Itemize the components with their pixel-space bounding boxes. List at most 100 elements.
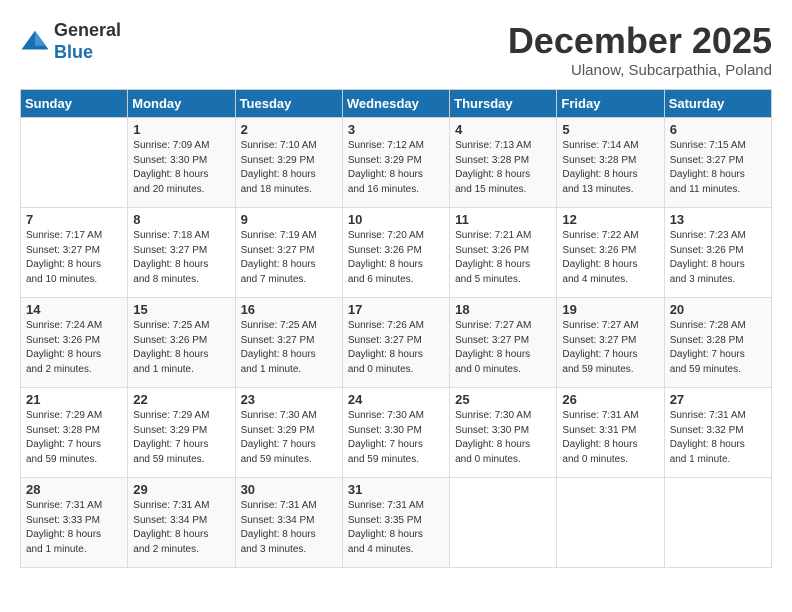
- calendar-cell: 28 Sunrise: 7:31 AMSunset: 3:33 PMDayligh…: [21, 478, 128, 568]
- day-info: Sunrise: 7:31 AMSunset: 3:35 PMDaylight:…: [348, 499, 444, 557]
- day-number: 16: [241, 302, 337, 317]
- day-number: 3: [348, 122, 444, 137]
- logo: General Blue: [20, 20, 121, 63]
- day-info: Sunrise: 7:20 AMSunset: 3:26 PMDaylight:…: [348, 229, 444, 287]
- day-info: Sunrise: 7:27 AMSunset: 3:27 PMDaylight:…: [562, 319, 658, 377]
- calendar-week-row: 28 Sunrise: 7:31 AMSunset: 3:33 PMDayligh…: [21, 478, 772, 568]
- day-info: Sunrise: 7:24 AMSunset: 3:26 PMDaylight:…: [26, 319, 122, 377]
- calendar-cell: 24 Sunrise: 7:30 AMSunset: 3:30 PMDayligh…: [342, 388, 449, 478]
- calendar-cell: 30 Sunrise: 7:31 AMSunset: 3:34 PMDayligh…: [235, 478, 342, 568]
- day-info: Sunrise: 7:29 AMSunset: 3:29 PMDaylight:…: [133, 409, 229, 467]
- calendar-cell: 18 Sunrise: 7:27 AMSunset: 3:27 PMDayligh…: [450, 298, 557, 388]
- header-monday: Monday: [128, 90, 235, 118]
- day-info: Sunrise: 7:25 AMSunset: 3:27 PMDaylight:…: [241, 319, 337, 377]
- calendar-cell: 11 Sunrise: 7:21 AMSunset: 3:26 PMDayligh…: [450, 208, 557, 298]
- calendar-cell: 20 Sunrise: 7:28 AMSunset: 3:28 PMDayligh…: [664, 298, 771, 388]
- day-info: Sunrise: 7:30 AMSunset: 3:29 PMDaylight:…: [241, 409, 337, 467]
- calendar-cell: [557, 478, 664, 568]
- header-saturday: Saturday: [664, 90, 771, 118]
- day-info: Sunrise: 7:27 AMSunset: 3:27 PMDaylight:…: [455, 319, 551, 377]
- calendar-cell: 9 Sunrise: 7:19 AMSunset: 3:27 PMDaylight…: [235, 208, 342, 298]
- page-header: General Blue December 2025 Ulanow, Subca…: [20, 20, 772, 79]
- calendar-cell: 4Sunrise: 7:13 AMSunset: 3:28 PMDaylight…: [450, 118, 557, 208]
- day-number: 15: [133, 302, 229, 317]
- day-number: 9: [241, 212, 337, 227]
- logo-text: General Blue: [54, 20, 121, 63]
- calendar-cell: 1 Sunrise: 7:09 AMSunset: 3:30 PMDaylight…: [128, 118, 235, 208]
- day-info: Sunrise: 7:22 AMSunset: 3:26 PMDaylight:…: [562, 229, 658, 287]
- calendar-header-row: SundayMondayTuesdayWednesdayThursdayFrid…: [21, 90, 772, 118]
- calendar-cell: 14 Sunrise: 7:24 AMSunset: 3:26 PMDayligh…: [21, 298, 128, 388]
- day-info: Sunrise: 7:21 AMSunset: 3:26 PMDaylight:…: [455, 229, 551, 287]
- calendar-cell: 8Sunrise: 7:18 AMSunset: 3:27 PMDaylight…: [128, 208, 235, 298]
- day-info: Sunrise: 7:31 AMSunset: 3:31 PMDaylight:…: [562, 409, 658, 467]
- calendar-cell: 19 Sunrise: 7:27 AMSunset: 3:27 PMDayligh…: [557, 298, 664, 388]
- day-info: Sunrise: 7:31 AMSunset: 3:32 PMDaylight:…: [670, 409, 766, 467]
- day-number: 11: [455, 212, 551, 227]
- month-title: December 2025: [508, 20, 772, 62]
- day-info: Sunrise: 7:28 AMSunset: 3:28 PMDaylight:…: [670, 319, 766, 377]
- day-number: 14: [26, 302, 122, 317]
- logo-blue-label: Blue: [54, 42, 121, 64]
- day-number: 5: [562, 122, 658, 137]
- calendar-cell: 12Sunrise: 7:22 AMSunset: 3:26 PMDayligh…: [557, 208, 664, 298]
- day-number: 7: [26, 212, 122, 227]
- day-info: Sunrise: 7:23 AMSunset: 3:26 PMDaylight:…: [670, 229, 766, 287]
- title-block: December 2025 Ulanow, Subcarpathia, Pola…: [508, 20, 772, 79]
- day-info: Sunrise: 7:13 AMSunset: 3:28 PMDaylight:…: [455, 139, 551, 197]
- day-number: 18: [455, 302, 551, 317]
- day-number: 21: [26, 392, 122, 407]
- calendar-week-row: 21 Sunrise: 7:29 AMSunset: 3:28 PMDayligh…: [21, 388, 772, 478]
- day-info: Sunrise: 7:30 AMSunset: 3:30 PMDaylight:…: [348, 409, 444, 467]
- day-number: 6: [670, 122, 766, 137]
- day-number: 23: [241, 392, 337, 407]
- day-number: 19: [562, 302, 658, 317]
- day-info: Sunrise: 7:19 AMSunset: 3:27 PMDaylight:…: [241, 229, 337, 287]
- day-number: 20: [670, 302, 766, 317]
- day-info: Sunrise: 7:31 AMSunset: 3:33 PMDaylight:…: [26, 499, 122, 557]
- calendar-cell: 16 Sunrise: 7:25 AMSunset: 3:27 PMDayligh…: [235, 298, 342, 388]
- day-number: 1: [133, 122, 229, 137]
- header-sunday: Sunday: [21, 90, 128, 118]
- day-info: Sunrise: 7:29 AMSunset: 3:28 PMDaylight:…: [26, 409, 122, 467]
- calendar-cell: 5 Sunrise: 7:14 AMSunset: 3:28 PMDaylight…: [557, 118, 664, 208]
- header-thursday: Thursday: [450, 90, 557, 118]
- calendar-week-row: 14 Sunrise: 7:24 AMSunset: 3:26 PMDayligh…: [21, 298, 772, 388]
- calendar-cell: 26 Sunrise: 7:31 AMSunset: 3:31 PMDayligh…: [557, 388, 664, 478]
- day-number: 28: [26, 482, 122, 497]
- day-info: Sunrise: 7:15 AMSunset: 3:27 PMDaylight:…: [670, 139, 766, 197]
- day-number: 24: [348, 392, 444, 407]
- calendar-cell: 25Sunrise: 7:30 AMSunset: 3:30 PMDayligh…: [450, 388, 557, 478]
- day-info: Sunrise: 7:09 AMSunset: 3:30 PMDaylight:…: [133, 139, 229, 197]
- day-number: 31: [348, 482, 444, 497]
- calendar-cell: 15Sunrise: 7:25 AMSunset: 3:26 PMDayligh…: [128, 298, 235, 388]
- day-number: 29: [133, 482, 229, 497]
- calendar-week-row: 1 Sunrise: 7:09 AMSunset: 3:30 PMDaylight…: [21, 118, 772, 208]
- calendar-cell: 2Sunrise: 7:10 AMSunset: 3:29 PMDaylight…: [235, 118, 342, 208]
- calendar-cell: 7Sunrise: 7:17 AMSunset: 3:27 PMDaylight…: [21, 208, 128, 298]
- calendar-cell: [450, 478, 557, 568]
- day-info: Sunrise: 7:10 AMSunset: 3:29 PMDaylight:…: [241, 139, 337, 197]
- calendar-cell: 31 Sunrise: 7:31 AMSunset: 3:35 PMDayligh…: [342, 478, 449, 568]
- day-info: Sunrise: 7:31 AMSunset: 3:34 PMDaylight:…: [241, 499, 337, 557]
- header-tuesday: Tuesday: [235, 90, 342, 118]
- calendar-cell: 27 Sunrise: 7:31 AMSunset: 3:32 PMDayligh…: [664, 388, 771, 478]
- day-number: 25: [455, 392, 551, 407]
- calendar-cell: 21 Sunrise: 7:29 AMSunset: 3:28 PMDayligh…: [21, 388, 128, 478]
- logo-icon: [20, 27, 50, 57]
- calendar-cell: 22Sunrise: 7:29 AMSunset: 3:29 PMDayligh…: [128, 388, 235, 478]
- day-number: 27: [670, 392, 766, 407]
- calendar-cell: [664, 478, 771, 568]
- day-number: 26: [562, 392, 658, 407]
- day-number: 30: [241, 482, 337, 497]
- day-number: 13: [670, 212, 766, 227]
- day-info: Sunrise: 7:14 AMSunset: 3:28 PMDaylight:…: [562, 139, 658, 197]
- header-friday: Friday: [557, 90, 664, 118]
- calendar-cell: 3Sunrise: 7:12 AMSunset: 3:29 PMDaylight…: [342, 118, 449, 208]
- day-info: Sunrise: 7:31 AMSunset: 3:34 PMDaylight:…: [133, 499, 229, 557]
- calendar-week-row: 7Sunrise: 7:17 AMSunset: 3:27 PMDaylight…: [21, 208, 772, 298]
- calendar-cell: 17Sunrise: 7:26 AMSunset: 3:27 PMDayligh…: [342, 298, 449, 388]
- calendar-cell: 13 Sunrise: 7:23 AMSunset: 3:26 PMDayligh…: [664, 208, 771, 298]
- calendar-cell: [21, 118, 128, 208]
- logo-general-label: General: [54, 20, 121, 42]
